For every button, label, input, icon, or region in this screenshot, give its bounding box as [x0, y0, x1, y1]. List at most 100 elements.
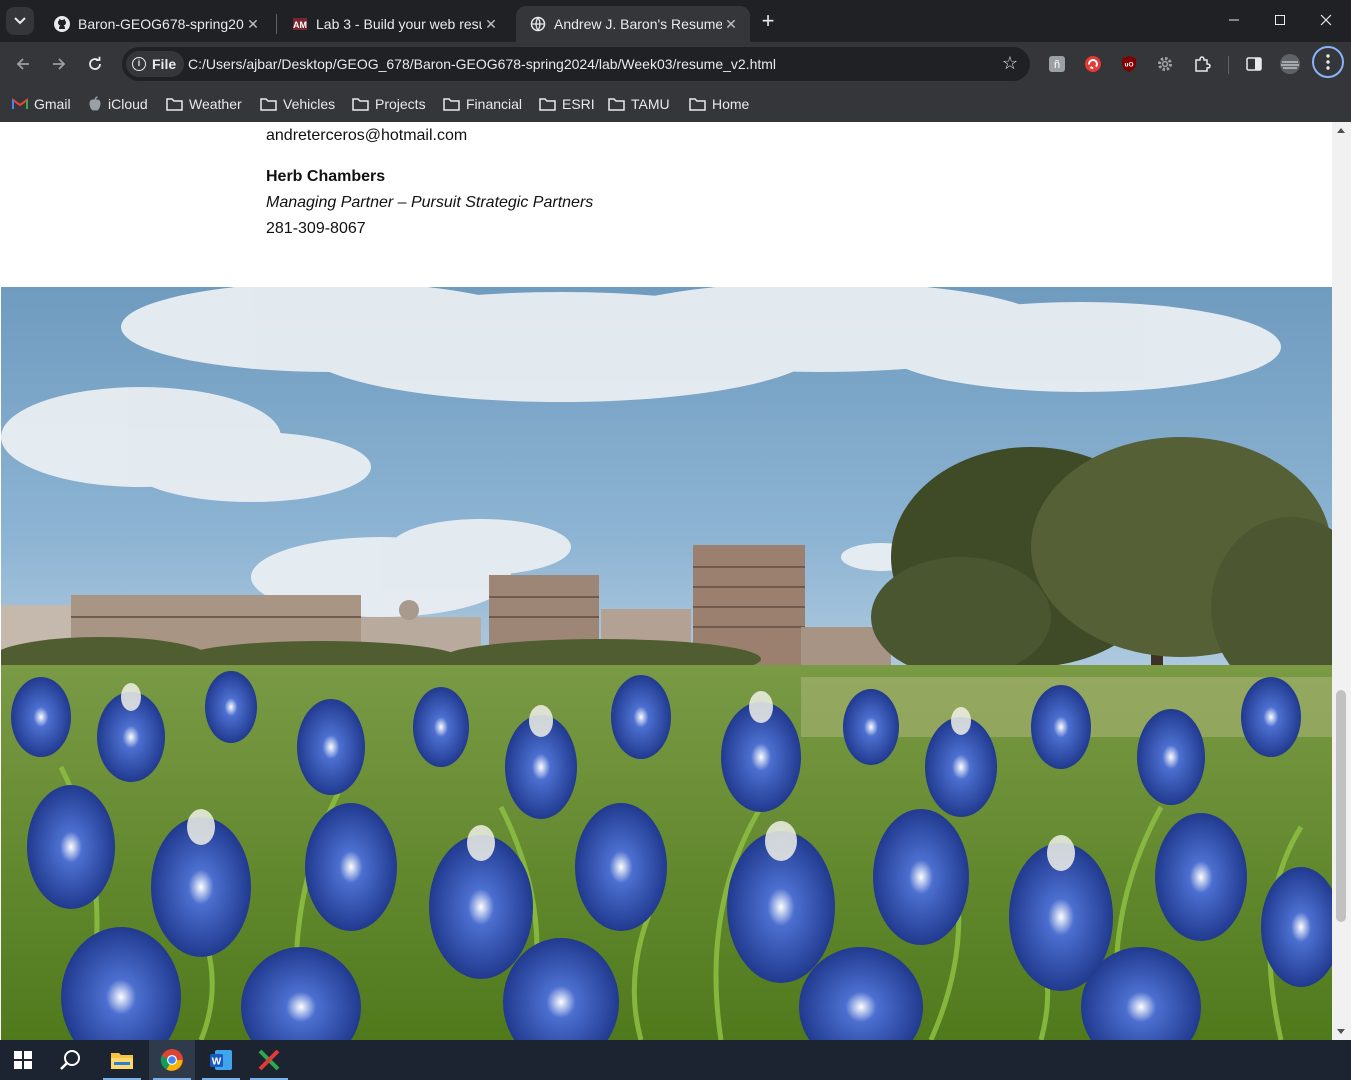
- reference-email: andreterceros@hotmail.com: [266, 127, 468, 144]
- site-info-chip[interactable]: i File: [126, 51, 185, 77]
- maximize-icon: [1275, 15, 1285, 25]
- minimize-icon: [1229, 19, 1239, 21]
- minimize-button[interactable]: [1211, 0, 1257, 40]
- windows-logo-icon: [14, 1051, 32, 1069]
- bookmark-gmail[interactable]: Gmail: [12, 93, 71, 115]
- tab-title: Lab 3 - Build your web resume: [316, 16, 482, 32]
- close-window-button[interactable]: [1303, 0, 1349, 40]
- windows-taskbar: W: [0, 1040, 1351, 1080]
- github-icon: [54, 16, 70, 32]
- close-icon[interactable]: ✕: [482, 15, 500, 33]
- forward-button[interactable]: [45, 50, 73, 78]
- folder-icon: [443, 98, 460, 111]
- close-icon[interactable]: ✕: [722, 15, 740, 33]
- bookmark-label: iCloud: [108, 96, 148, 112]
- bookmark-folder-home[interactable]: Home: [689, 93, 749, 115]
- hero-illustration: [1, 287, 1332, 1040]
- side-panel-button[interactable]: [1242, 52, 1266, 76]
- svg-text:uO: uO: [1124, 62, 1133, 69]
- chrome-icon: [160, 1049, 183, 1071]
- reload-button[interactable]: [81, 50, 109, 78]
- chevron-down-icon: [14, 17, 26, 25]
- bluebonnet-campus-image: [1, 287, 1332, 1040]
- profile-button[interactable]: [1278, 52, 1302, 76]
- chrome-menu-button[interactable]: [1312, 46, 1344, 78]
- app-x-icon: [258, 1049, 280, 1071]
- browser-toolbar: i File C:/Users/ajbar/Desktop/GEOG_678/B…: [0, 42, 1351, 86]
- vertical-scrollbar[interactable]: [1332, 122, 1351, 1040]
- taskbar-file-explorer[interactable]: [99, 1040, 145, 1080]
- ublock-shield-icon: uO: [1122, 56, 1136, 72]
- resume-page: andreterceros@hotmail.com Herb Chambers …: [1, 122, 1332, 1040]
- reference-name: Herb Chambers: [266, 168, 386, 185]
- close-icon: [1320, 14, 1332, 26]
- bookmark-label: Home: [712, 96, 750, 112]
- tab-search-button[interactable]: [6, 7, 34, 35]
- extension-b-button[interactable]: [1081, 52, 1105, 76]
- apple-icon: [89, 96, 101, 111]
- bookmark-folder-financial[interactable]: Financial: [443, 93, 522, 115]
- extension-b-icon: [1085, 56, 1101, 72]
- extension-a-button[interactable]: ñ: [1045, 52, 1069, 76]
- bookmark-icloud[interactable]: iCloud: [88, 93, 148, 115]
- reload-icon: [89, 56, 101, 70]
- gear-icon: [1158, 57, 1172, 71]
- bookmark-star-icon[interactable]: ☆: [1002, 53, 1018, 74]
- back-button[interactable]: [9, 50, 37, 78]
- ublock-button[interactable]: uO: [1117, 52, 1141, 76]
- tab-title: Andrew J. Baron's Resume: [554, 16, 722, 32]
- bookmark-folder-vehicles[interactable]: Vehicles: [260, 93, 335, 115]
- url-text[interactable]: C:/Users/ajbar/Desktop/GEOG_678/Baron-GE…: [188, 56, 776, 72]
- close-icon[interactable]: ✕: [244, 15, 262, 33]
- bookmark-label: Weather: [189, 96, 242, 112]
- bookmark-label: TAMU: [631, 96, 670, 112]
- address-bar[interactable]: i File C:/Users/ajbar/Desktop/GEOG_678/B…: [122, 47, 1030, 81]
- bookmark-folder-weather[interactable]: Weather: [166, 93, 242, 115]
- folder-icon: [260, 98, 277, 111]
- arrow-right-icon: [53, 58, 66, 70]
- bookmark-label: Gmail: [34, 96, 71, 112]
- bookmark-folder-projects[interactable]: Projects: [352, 93, 426, 115]
- folder-icon: [166, 98, 183, 111]
- arrow-left-icon: [16, 58, 29, 70]
- bookmark-folder-tamu[interactable]: TAMU: [608, 93, 670, 115]
- gmail-icon: [12, 98, 28, 109]
- start-button[interactable]: [0, 1040, 46, 1080]
- site-info-label: File: [152, 56, 177, 72]
- extension-a-icon: ñ: [1049, 56, 1065, 72]
- extensions-button[interactable]: [1190, 52, 1214, 76]
- new-tab-button[interactable]: +: [756, 10, 780, 34]
- tab-title: Baron-GEOG678-spring2024: [78, 16, 244, 32]
- settings-extension-button[interactable]: [1153, 52, 1177, 76]
- bookmark-label: Vehicles: [283, 96, 336, 112]
- taskbar-chrome[interactable]: [149, 1040, 195, 1080]
- tab-resume[interactable]: Andrew J. Baron's Resume ✕: [516, 6, 750, 42]
- folder-icon: [608, 98, 625, 111]
- reference-phone: 281-309-8067: [266, 220, 366, 237]
- bookmark-label: ESRI: [562, 96, 595, 112]
- bookmark-label: Projects: [375, 96, 426, 112]
- folder-icon: [539, 98, 556, 111]
- info-icon: i: [132, 57, 146, 71]
- scroll-up-arrow-icon[interactable]: [1337, 128, 1345, 133]
- svg-text:AM: AM: [293, 20, 307, 30]
- scroll-down-arrow-icon[interactable]: [1337, 1029, 1345, 1034]
- side-panel-icon: [1246, 57, 1262, 71]
- taskbar-app[interactable]: [246, 1040, 292, 1080]
- bookmark-folder-esri[interactable]: ESRI: [539, 93, 595, 115]
- bookmarks-bar: Gmail iCloud Weather Vehicles Projects F…: [0, 86, 1351, 122]
- scrollbar-thumb[interactable]: [1336, 690, 1346, 922]
- more-vert-icon: [1326, 54, 1330, 70]
- file-explorer-icon: [111, 1053, 133, 1069]
- tab-lab3[interactable]: AM Lab 3 - Build your web resume ✕: [278, 6, 510, 42]
- avatar-icon: [1280, 54, 1300, 74]
- tamu-icon: AM: [293, 18, 307, 30]
- taskbar-search-button[interactable]: [48, 1040, 94, 1080]
- tab-divider: [276, 14, 277, 34]
- maximize-button[interactable]: [1257, 0, 1303, 40]
- tab-strip: Baron-GEOG678-spring2024 ✕ AM Lab 3 - Bu…: [0, 0, 1351, 42]
- tab-github[interactable]: Baron-GEOG678-spring2024 ✕: [40, 6, 272, 42]
- svg-text:W: W: [212, 1057, 222, 1068]
- svg-text:ñ: ñ: [1054, 59, 1060, 71]
- taskbar-word[interactable]: W: [198, 1040, 244, 1080]
